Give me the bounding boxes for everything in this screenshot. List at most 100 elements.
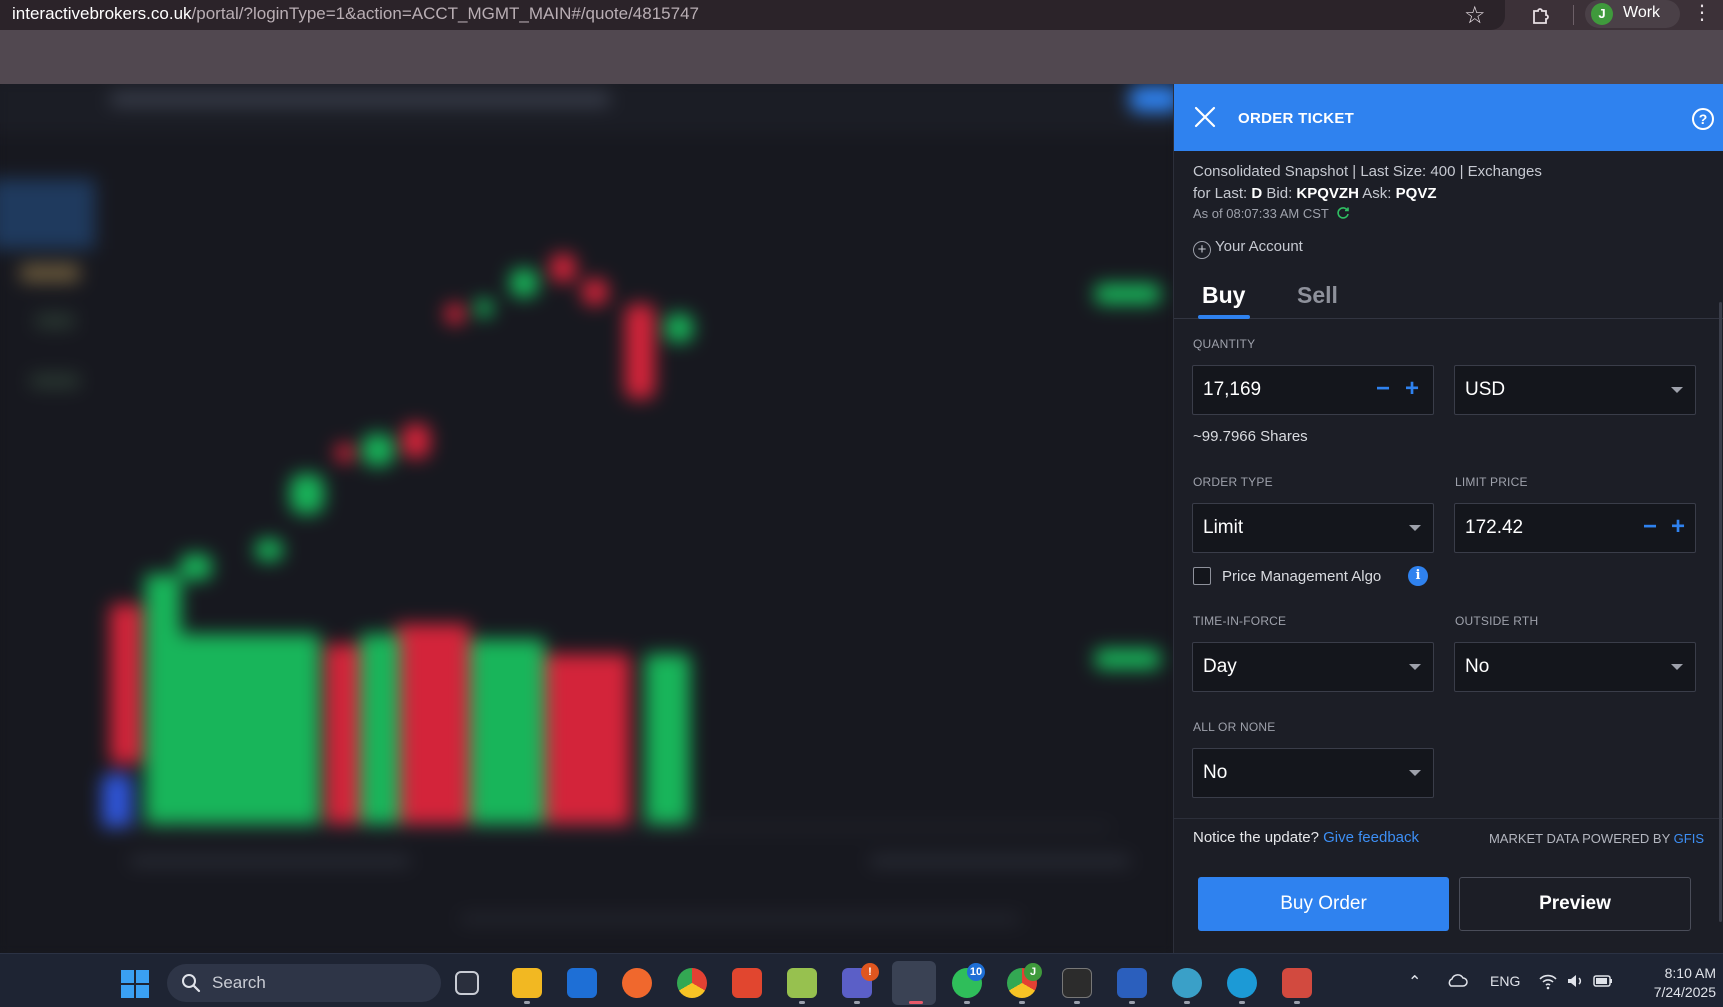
order-type-label: ORDER TYPE: [1193, 475, 1273, 489]
running-indicator: [524, 1001, 530, 1004]
give-feedback-link[interactable]: Give feedback: [1323, 829, 1419, 846]
chrome-icon[interactable]: [677, 968, 707, 998]
close-icon[interactable]: [1194, 106, 1216, 128]
url-path: /portal/?loginType=1&action=ACCT_MGMT_MA…: [191, 4, 699, 23]
currency-select[interactable]: USD: [1454, 365, 1696, 415]
for-last-value: D: [1251, 185, 1263, 202]
clock-time: 8:10 AM: [1664, 965, 1716, 981]
order-type-value: Limit: [1203, 517, 1244, 538]
edge-icon[interactable]: [1227, 968, 1257, 998]
windows-start-icon[interactable]: [121, 970, 149, 998]
running-indicator: [799, 1001, 805, 1004]
update-notice: Notice the update? Give feedback: [1193, 829, 1419, 846]
task-view-icon[interactable]: [455, 971, 479, 995]
gfis-link[interactable]: GFIS: [1674, 831, 1704, 846]
buy-order-button[interactable]: Buy Order: [1198, 877, 1449, 931]
profile-name: Work: [1623, 4, 1661, 21]
for-last-label: for Last:: [1193, 185, 1248, 202]
quantity-increment-button[interactable]: +: [1405, 375, 1419, 403]
search-label: Search: [212, 973, 266, 992]
url-text[interactable]: interactivebrokers.co.uk/portal/?loginTy…: [12, 4, 699, 24]
your-account-label: Your Account: [1215, 238, 1303, 255]
price-management-algo-label[interactable]: Price Management Algo: [1222, 568, 1381, 585]
running-indicator: [1074, 1001, 1080, 1004]
time-in-force-label: TIME-IN-FORCE: [1193, 614, 1287, 628]
file-explorer-icon[interactable]: [512, 968, 542, 998]
running-indicator: [854, 1001, 860, 1004]
extensions-icon[interactable]: [1530, 3, 1552, 25]
limit-price-decrement-button[interactable]: −: [1643, 513, 1657, 541]
ask-label: Ask:: [1362, 185, 1392, 202]
profile-button[interactable]: J Work: [1585, 0, 1680, 28]
running-indicator: [964, 1001, 970, 1004]
currency-value: USD: [1465, 379, 1506, 400]
quantity-value[interactable]: 17,169: [1203, 379, 1261, 401]
active-tab-indicator: [1198, 315, 1250, 319]
quantity-stepper[interactable]: 17,169 − +: [1192, 365, 1434, 415]
limit-price-value[interactable]: 172.42: [1465, 517, 1523, 539]
as-of-text: As of 08:07:33 AM CST: [1193, 206, 1329, 221]
microsoft-store-icon[interactable]: [567, 968, 597, 998]
clock-date: 7/24/2025: [1653, 984, 1716, 1000]
help-icon[interactable]: ?: [1692, 108, 1714, 130]
anydesk-icon[interactable]: [732, 968, 762, 998]
refresh-icon[interactable]: [1336, 206, 1350, 220]
star-icon[interactable]: ☆: [1464, 1, 1486, 30]
tab-buy[interactable]: Buy: [1202, 282, 1245, 309]
market-data-text: MARKET DATA POWERED BY: [1488, 831, 1671, 846]
quantity-decrement-button[interactable]: −: [1376, 375, 1390, 403]
blurred-price-chart: [0, 84, 1173, 953]
taskbar: Search ! 10 J ⌃ ENG 8:10 AM 7/24/2025: [0, 953, 1723, 1007]
tab-sell[interactable]: Sell: [1297, 282, 1338, 309]
notepad-plus-icon[interactable]: [787, 968, 817, 998]
bid-label: Bid:: [1266, 185, 1293, 202]
chevron-down-icon: [1409, 664, 1421, 670]
maps-icon[interactable]: [1172, 968, 1202, 998]
chevron-down-icon: [1671, 387, 1683, 393]
browser-toolbar: interactivebrokers.co.uk/portal/?loginTy…: [0, 0, 1723, 30]
profile-avatar: J: [1591, 3, 1613, 25]
scrollbar[interactable]: [1719, 302, 1722, 922]
onedrive-icon[interactable]: [1446, 970, 1468, 992]
firefox-icon[interactable]: [622, 968, 652, 998]
terminal-icon[interactable]: [1062, 968, 1092, 998]
battery-icon[interactable]: [1592, 971, 1614, 991]
running-indicator: [1239, 1001, 1245, 1004]
limit-price-increment-button[interactable]: +: [1671, 513, 1685, 541]
address-bar[interactable]: interactivebrokers.co.uk/portal/?loginTy…: [0, 0, 1505, 30]
preview-button[interactable]: Preview: [1459, 877, 1691, 931]
outside-rth-label: OUTSIDE RTH: [1455, 614, 1539, 628]
chevron-up-icon[interactable]: ⌃: [1408, 972, 1421, 992]
approx-shares: ~99.7966 Shares: [1193, 428, 1308, 445]
market-data-attribution: MARKET DATA POWERED BY GFIS: [1489, 831, 1704, 846]
quote-line: for Last: D Bid: KPQVZH Ask: PQVZ: [1193, 185, 1436, 202]
divider: [1174, 818, 1723, 819]
clock-app-icon[interactable]: [892, 961, 936, 1005]
volume-icon[interactable]: [1565, 971, 1585, 991]
search-icon: [182, 974, 201, 993]
whatsapp-badge: 10: [967, 963, 985, 981]
snipping-tool-icon[interactable]: [1282, 968, 1312, 998]
taskbar-search[interactable]: Search: [167, 964, 441, 1002]
info-icon[interactable]: i: [1408, 566, 1428, 586]
running-indicator: [1294, 1001, 1300, 1004]
order-type-select[interactable]: Limit: [1192, 503, 1434, 553]
language-indicator[interactable]: ENG: [1490, 973, 1520, 989]
your-account-toggle[interactable]: + Your Account: [1193, 238, 1303, 259]
all-or-none-value: No: [1203, 762, 1228, 783]
all-or-none-label: ALL OR NONE: [1193, 720, 1276, 734]
wifi-icon[interactable]: [1538, 971, 1558, 991]
all-or-none-select[interactable]: No: [1192, 748, 1434, 798]
word-icon[interactable]: [1117, 968, 1147, 998]
price-management-algo-checkbox[interactable]: [1193, 567, 1211, 585]
bid-value: KPQVZH: [1296, 185, 1359, 202]
system-clock[interactable]: 8:10 AM 7/24/2025: [1638, 964, 1716, 1002]
side-tabs: Buy Sell: [1174, 274, 1723, 319]
teams-alert-badge: !: [861, 963, 879, 981]
url-domain: interactivebrokers.co.uk: [12, 4, 192, 23]
running-indicator: [1184, 1001, 1190, 1004]
limit-price-stepper[interactable]: 172.42 − +: [1454, 503, 1696, 553]
time-in-force-select[interactable]: Day: [1192, 642, 1434, 692]
kebab-menu-icon[interactable]: ⋮: [1692, 2, 1712, 24]
outside-rth-select[interactable]: No: [1454, 642, 1696, 692]
